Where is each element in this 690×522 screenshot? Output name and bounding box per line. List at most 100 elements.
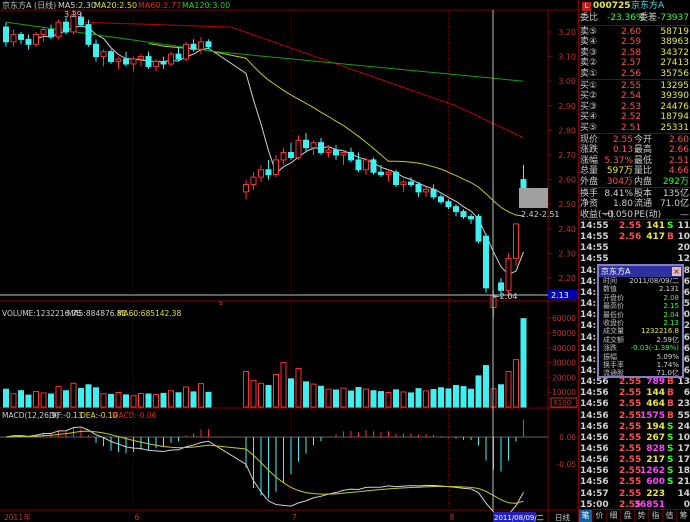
gap-annotation: 2.42-2.51 (521, 210, 560, 219)
level-price: 2.60 (621, 27, 642, 37)
stat-label: 最高 (634, 145, 653, 156)
candle-down (123, 58, 129, 65)
volume-bar (288, 378, 294, 408)
fundamental-row: 净资 1.80 流通 71.0亿 (579, 199, 690, 210)
candle-down (63, 21, 69, 33)
sell-level-row[interactable]: 卖② 2.57 27413 (579, 58, 690, 69)
volume-bar (100, 393, 107, 408)
candle-down (468, 216, 474, 220)
panel-tab[interactable]: 指 (649, 510, 663, 522)
level-price: 2.59 (621, 37, 642, 48)
sell-level-row[interactable]: 卖① 2.56 35756 (579, 69, 690, 80)
trade-row: 14:55 2.56 417 B 10 (579, 232, 690, 243)
panel-tab[interactable]: 细 (607, 510, 621, 522)
close-icon[interactable]: × (672, 267, 681, 276)
trade-row: 14:56 2.55 217 S 17 (579, 455, 690, 466)
volume-bar (18, 390, 24, 408)
popup-titlebar[interactable]: 京东方A × (599, 266, 682, 277)
volume-bar (408, 392, 414, 408)
x-axis-label: 2011年 (4, 512, 31, 522)
trade-price: 2.55 (619, 432, 642, 443)
trade-side: B (667, 388, 674, 399)
trade-count: 11 (677, 221, 690, 231)
panel-tab[interactable]: 盘 (621, 510, 635, 522)
candle-down (453, 206, 459, 213)
candle-down (348, 152, 354, 161)
trade-row: 14:56 2.55 194 S 24 (579, 422, 690, 433)
weibi-row: 委比 -23.36% 委差 -73937 (579, 13, 690, 24)
stat-value: 2.66 (668, 145, 689, 156)
price-tick-label: 3.10 (558, 53, 576, 62)
x-axis-label: 6 (135, 513, 140, 522)
popup-value: 1232216.8 (641, 327, 679, 336)
buy-level-row[interactable]: 买④ 2.52 18794 (579, 112, 690, 123)
volume-bar (175, 392, 182, 408)
level-volume: 25331 (660, 122, 689, 133)
trade-volume: 144 (646, 388, 665, 399)
stat-label: 量比 (634, 166, 653, 177)
candle-up (115, 58, 122, 63)
candle-down (498, 282, 504, 291)
volume-bar (205, 391, 212, 408)
panel-tab[interactable]: 笔 (579, 510, 593, 522)
stat-value: 5.37% (604, 155, 633, 166)
panel-tab[interactable]: 筹 (677, 510, 690, 522)
volume-bar (453, 385, 459, 408)
trade-count: 23 (677, 399, 690, 410)
dea-line (5, 430, 524, 504)
candle-down (415, 184, 422, 193)
chart-grid (0, 9, 578, 522)
candle-down (303, 139, 309, 149)
volume-bars (3, 318, 527, 408)
trade-volume: 828 (646, 444, 665, 454)
panel-tab[interactable]: 势 (635, 510, 649, 522)
trade-price: 2.56 (619, 232, 642, 243)
sell-level-row[interactable]: 卖④ 2.59 38963 (579, 37, 690, 48)
volume-bar (475, 375, 482, 408)
trade-time: 14:55 (580, 232, 609, 243)
trade-volume: 789 (646, 377, 665, 388)
trade-time: 14:56 (580, 477, 609, 488)
candle-up (100, 51, 107, 58)
volume-bar (393, 389, 399, 408)
volume-bar (183, 386, 189, 408)
ma5-line (35, 25, 524, 276)
data-window-popup[interactable]: 京东方A × 时间 2011/08/09/二 数值 2.131 开盘价 2.08 最高价 2.1… (597, 264, 684, 378)
popup-label: 涨跌 (603, 344, 617, 353)
trade-row: 14:56 2.55 144 B 6 (579, 388, 690, 399)
candle-down (408, 181, 414, 186)
ma20-line (148, 43, 524, 217)
volume-bar (385, 391, 392, 408)
macd-value: MACD:-0.06 (112, 411, 157, 420)
popup-value: 2.04 (663, 310, 679, 319)
trade-volume: 464 (646, 399, 665, 410)
volume-bar (108, 393, 114, 408)
ma120-line (5, 21, 524, 82)
buy-level-row[interactable]: 买② 2.54 39390 (579, 91, 690, 102)
fund-value: 8.41% (604, 189, 633, 199)
event-marker: s (219, 299, 223, 307)
trade-side: S (667, 221, 674, 231)
buy-level-row[interactable]: 买⑤ 2.51 25331 (579, 123, 690, 134)
popup-row: 成交额 2.59亿 (599, 336, 682, 344)
trade-volume: 600 (646, 477, 665, 488)
volume-bar (160, 392, 167, 408)
volume-bar (445, 388, 452, 408)
candle-down (430, 188, 437, 198)
trade-row: 14:57 2.55 223 14 (579, 489, 690, 500)
popup-label: 成交量 (603, 327, 624, 336)
period-label[interactable]: 日线 (555, 512, 570, 522)
stat-value: 292万 (662, 176, 689, 187)
trade-count: 6 (683, 388, 690, 399)
panel-tab[interactable]: 价 (593, 510, 607, 522)
trade-volume: 194 (646, 421, 665, 432)
panel-tab[interactable]: 值 (663, 510, 677, 522)
macd-tick-label: 0.00 (559, 433, 576, 442)
trade-side: S (667, 421, 674, 432)
candle-up (505, 257, 512, 291)
trade-price: 2.55 (619, 477, 642, 488)
macd-panel (5, 419, 524, 518)
kline-chart[interactable]: 3.20 3.10 3.00 2.90 2.80 2.70 2.60 2.50 2.40 2.30… (0, 0, 578, 522)
level-price: 2.53 (621, 101, 642, 112)
weibi-label: 委比 (580, 13, 599, 23)
